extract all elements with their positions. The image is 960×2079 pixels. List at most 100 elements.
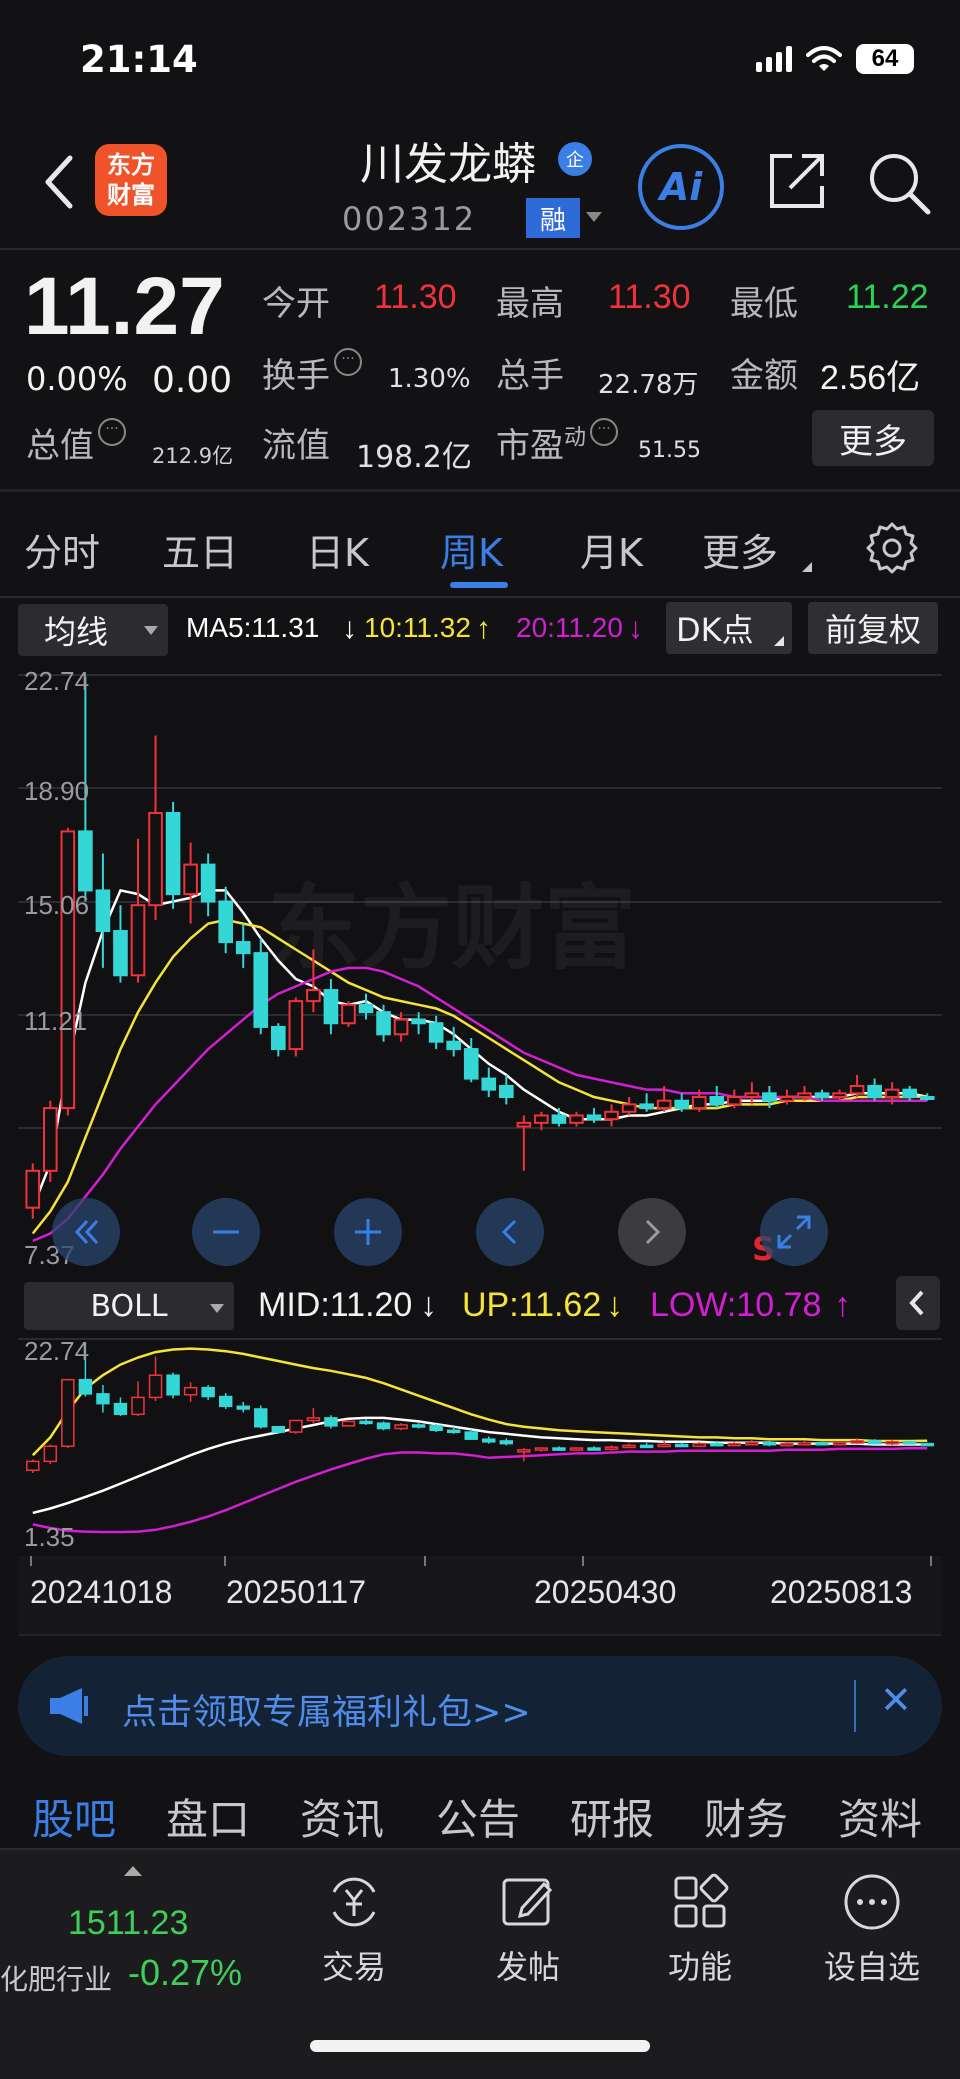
boll-select[interactable]: BOLL: [24, 1282, 234, 1330]
margin-badge[interactable]: 融: [526, 198, 580, 238]
scroll-left-button[interactable]: [476, 1198, 544, 1266]
price-label-3: 15.06: [24, 890, 89, 920]
stock-name: 川发龙蟒: [360, 139, 536, 190]
promo-banner[interactable]: 点击领取专属福利礼包>> ✕: [18, 1656, 942, 1756]
close-icon[interactable]: ✕: [880, 1678, 912, 1722]
promo-text[interactable]: 点击领取专属福利礼包>>: [122, 1684, 531, 1735]
fullscreen-button[interactable]: [760, 1198, 828, 1266]
post-button[interactable]: 发帖: [468, 1870, 588, 1988]
expand-up-icon[interactable]: [124, 1866, 142, 1876]
forward-adjust-button[interactable]: 前复权: [808, 602, 938, 654]
customize-button[interactable]: 设自选: [812, 1870, 932, 1988]
pe-type: 动: [564, 425, 587, 451]
tab-five-day[interactable]: 五日: [162, 522, 238, 577]
chevron-right-icon: [645, 1219, 661, 1245]
status-icons: 64: [756, 44, 914, 74]
trade-button[interactable]: 交易: [294, 1870, 414, 1988]
tab-research[interactable]: 研报: [570, 1786, 654, 1847]
home-indicator: [310, 2040, 650, 2052]
gear-icon[interactable]: [866, 522, 918, 574]
scroll-left-far-button[interactable]: [52, 1198, 120, 1266]
zoom-out-button[interactable]: [192, 1198, 260, 1266]
boll-indicator-bar: BOLL MID:11.20 ↓ UP:11.62 ↓ LOW:10.78 ↑: [0, 1278, 960, 1336]
more-quote-button[interactable]: 更多: [812, 410, 934, 466]
tab-orderbook[interactable]: 盘口: [166, 1786, 250, 1847]
info-icon[interactable]: ···: [590, 418, 619, 446]
indicator-select[interactable]: 均线: [18, 604, 168, 656]
dk-select-label: DK点: [676, 611, 754, 649]
ma-indicator-bar: 均线 MA5:11.31 ↓ 10:11.32 ↑ 20:11.20 ↓ DK点…: [0, 600, 960, 660]
market-cap-value: 212.9亿: [152, 444, 234, 468]
boll-candle: [376, 1421, 391, 1431]
pe-label: 市盈动 ···: [496, 418, 619, 467]
double-chevron-left-icon: [74, 1219, 99, 1245]
turnover-label-text: 换手: [262, 356, 330, 396]
tab-forum[interactable]: 股吧: [32, 1786, 116, 1847]
boll-candle: [394, 1423, 408, 1431]
date-tick: [30, 1556, 32, 1566]
high-value: 11.30: [608, 278, 691, 316]
tab-profile[interactable]: 资料: [838, 1786, 922, 1847]
tab-weekly-k[interactable]: 周K: [440, 522, 503, 577]
ma5-value: MA5:11.31: [186, 612, 320, 643]
boll-up-value: UP:11.62: [462, 1286, 602, 1324]
scroll-right-button[interactable]: [618, 1198, 686, 1266]
quote-panel: 11.27 0.00% 0.00 总值 ··· 212.9亿 今开 11.30 最…: [0, 252, 960, 492]
zoom-in-button[interactable]: [334, 1198, 402, 1266]
tab-announcements[interactable]: 公告: [436, 1786, 520, 1847]
change-percent: 0.00%: [26, 360, 128, 398]
turnover-value: 1.30%: [388, 364, 471, 394]
tab-intraday[interactable]: 分时: [24, 522, 100, 577]
tab-finance[interactable]: 财务: [704, 1786, 788, 1847]
collapse-indicator-button[interactable]: [896, 1276, 940, 1330]
expand-icon: [777, 1215, 811, 1249]
tab-more[interactable]: 更多: [702, 522, 778, 577]
minus-icon: [213, 1230, 239, 1234]
date-tick: [930, 1556, 932, 1566]
stock-code: 002312: [342, 200, 477, 238]
pe-value: 51.55: [638, 438, 701, 463]
tab-monthly-k[interactable]: 月K: [580, 522, 643, 577]
info-icon[interactable]: ···: [98, 418, 126, 446]
date-tick: [424, 1556, 426, 1566]
banner-divider: [854, 1680, 856, 1732]
pe-label-text: 市盈: [496, 426, 564, 466]
kline-chart[interactable]: 东方财富 22.74 18.90 15.06 11.21 7.37 S: [18, 660, 942, 1272]
info-icon[interactable]: ···: [334, 348, 362, 376]
boll-candle: [429, 1424, 443, 1433]
ma10-up-arrow: ↑: [476, 612, 491, 645]
volume-value: 22.78万: [598, 370, 699, 400]
industry-name[interactable]: 化肥行业: [0, 1958, 112, 1998]
post-label: 发帖: [495, 1948, 560, 1986]
boll-candle: [341, 1420, 356, 1427]
open-label: 今开: [262, 284, 330, 324]
share-icon[interactable]: [766, 150, 828, 212]
badge-dropdown-icon[interactable]: [586, 212, 602, 222]
volume-label: 总手: [496, 356, 564, 396]
turnover-label: 换手 ···: [262, 348, 362, 397]
amount-label: 金额: [730, 356, 798, 396]
back-icon[interactable]: [38, 152, 78, 212]
functions-button[interactable]: 功能: [640, 1870, 760, 1988]
boll-candle: [815, 1441, 829, 1446]
more-circle-icon: [844, 1874, 900, 1930]
status-time: 21:14: [80, 38, 198, 81]
candle: [288, 997, 304, 1057]
industry-index-value[interactable]: 1511.23: [68, 1904, 188, 1943]
tab-news[interactable]: 资讯: [300, 1786, 384, 1847]
tab-daily-k[interactable]: 日K: [306, 522, 369, 577]
search-icon[interactable]: [866, 150, 932, 216]
bottom-toolbar: 1511.23 化肥行业 -0.27% 交易 发帖 功能 设自选: [0, 1848, 960, 2079]
chevron-down-icon: [210, 1304, 224, 1313]
boll-chart[interactable]: 22.74 1.35: [18, 1336, 942, 1556]
open-value: 11.30: [374, 278, 457, 316]
boll-select-label: BOLL: [90, 1288, 168, 1324]
ai-assistant-button[interactable]: Ai: [638, 144, 724, 230]
dk-point-select[interactable]: DK点: [666, 602, 792, 654]
date-tick: [582, 1556, 584, 1566]
candle: [341, 1001, 356, 1027]
industry-change[interactable]: -0.27%: [128, 1952, 242, 1994]
boll-candle: [920, 1442, 934, 1447]
boll-candle: [254, 1405, 268, 1429]
boll-mid-value: MID:11.20: [258, 1286, 413, 1324]
